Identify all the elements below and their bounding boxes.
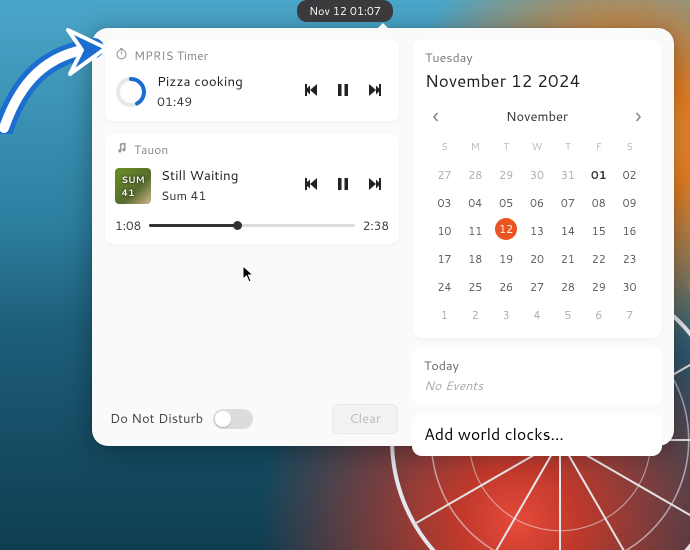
weekday-label: Tuesday	[425, 49, 649, 67]
total-time: 2:38	[363, 217, 389, 234]
events-heading: Today	[424, 357, 650, 375]
annotation-arrow	[0, 24, 118, 134]
calendar-day[interactable]: 29	[491, 162, 522, 188]
previous-icon[interactable]	[303, 80, 319, 103]
calendar-grid[interactable]: SMTWTFS272829303101020304050607080910111…	[425, 134, 649, 336]
calendar-day[interactable]: 21	[552, 246, 583, 272]
music-card[interactable]: Tauon SUM41 Still Waiting Sum 41 1:08	[104, 132, 400, 245]
calendar-column: Tuesday November 12 2024 November SMTWTF…	[412, 38, 662, 436]
calendar-day[interactable]: 08	[583, 190, 614, 216]
calendar-day[interactable]: 24	[429, 274, 460, 300]
full-date: November 12 2024	[425, 69, 649, 93]
seek-bar[interactable]	[149, 224, 355, 227]
world-clocks-label: Add world clocks…	[424, 423, 564, 446]
elapsed-time: 1:08	[115, 217, 141, 234]
calendar-day[interactable]: 27	[522, 274, 553, 300]
calendar-day[interactable]: 6	[583, 302, 614, 328]
date-calendar-card: Tuesday November 12 2024 November SMTWTF…	[412, 38, 662, 339]
pause-icon[interactable]	[335, 174, 351, 197]
calendar-day[interactable]: 04	[460, 190, 491, 216]
calendar-dow: M	[460, 136, 491, 160]
dnd-label: Do Not Disturb	[110, 410, 203, 428]
track-title: Still Waiting	[161, 166, 293, 185]
calendar-day[interactable]: 30	[522, 162, 553, 188]
mouse-cursor-icon	[242, 265, 256, 289]
calendar-day[interactable]: 13	[522, 218, 553, 244]
calendar-day[interactable]: 22	[583, 246, 614, 272]
calendar-day[interactable]: 4	[522, 302, 553, 328]
calendar-day[interactable]: 17	[429, 246, 460, 272]
dnd-toggle[interactable]	[213, 409, 253, 429]
panel-footer: Do Not Disturb Clear	[104, 398, 400, 436]
calendar-day[interactable]: 26	[491, 274, 522, 300]
track-artist: Sum 41	[161, 187, 293, 205]
calendar-dow: T	[552, 136, 583, 160]
calendar-day[interactable]: 18	[460, 246, 491, 272]
calendar-day[interactable]: 15	[583, 218, 614, 244]
calendar-day[interactable]: 16	[614, 218, 645, 244]
notification-calendar-panel: MPRIS Timer Pizza cooking 01:49	[92, 28, 674, 446]
timer-progress-ring	[115, 76, 147, 108]
calendar-dow: S	[614, 136, 645, 160]
calendar-day-today[interactable]: 12	[495, 218, 517, 240]
previous-icon[interactable]	[303, 174, 319, 197]
calendar-day[interactable]: 31	[552, 162, 583, 188]
calendar-day[interactable]: 14	[552, 218, 583, 244]
calendar-day[interactable]: 19	[491, 246, 522, 272]
calendar-day[interactable]: 1	[429, 302, 460, 328]
music-note-icon	[115, 141, 128, 158]
timer-card[interactable]: MPRIS Timer Pizza cooking 01:49	[104, 38, 400, 122]
calendar-day[interactable]: 27	[429, 162, 460, 188]
next-icon[interactable]	[367, 174, 383, 197]
calendar-dow: F	[583, 136, 614, 160]
music-app-name: Tauon	[134, 141, 168, 158]
calendar-day[interactable]: 28	[552, 274, 583, 300]
calendar-day[interactable]: 05	[491, 190, 522, 216]
notifications-column: MPRIS Timer Pizza cooking 01:49	[104, 38, 400, 436]
calendar-dow: T	[491, 136, 522, 160]
calendar-day[interactable]: 2	[460, 302, 491, 328]
clear-button[interactable]: Clear	[332, 404, 398, 434]
calendar-day[interactable]: 23	[614, 246, 645, 272]
panel-arrow-tip	[377, 23, 389, 29]
timer-app-name: MPRIS Timer	[134, 47, 208, 64]
album-art: SUM41	[115, 168, 151, 204]
calendar-day[interactable]: 03	[429, 190, 460, 216]
calendar-day[interactable]: 09	[614, 190, 645, 216]
calendar-day[interactable]: 30	[614, 274, 645, 300]
calendar-day[interactable]: 28	[460, 162, 491, 188]
pause-icon[interactable]	[335, 80, 351, 103]
calendar-day[interactable]: 02	[614, 162, 645, 188]
calendar-day[interactable]: 20	[522, 246, 553, 272]
next-icon[interactable]	[367, 80, 383, 103]
events-none: No Events	[424, 377, 650, 395]
events-card[interactable]: Today No Events	[412, 347, 662, 405]
top-bar: Nov 12 01:07	[0, 0, 690, 22]
world-clocks-card[interactable]: Add world clocks…	[412, 413, 662, 456]
calendar-day[interactable]: 11	[460, 218, 491, 244]
calendar-dow: W	[522, 136, 553, 160]
calendar-day[interactable]: 25	[460, 274, 491, 300]
calendar-day[interactable]: 29	[583, 274, 614, 300]
calendar-dow: S	[429, 136, 460, 160]
calendar-day[interactable]: 7	[614, 302, 645, 328]
next-month-icon[interactable]	[633, 105, 643, 128]
timer-remaining: 01:49	[157, 93, 293, 111]
calendar-day[interactable]: 3	[491, 302, 522, 328]
prev-month-icon[interactable]	[431, 105, 441, 128]
month-label: November	[506, 108, 568, 126]
calendar-day[interactable]: 07	[552, 190, 583, 216]
calendar-day[interactable]: 5	[552, 302, 583, 328]
calendar-day[interactable]: 10	[429, 218, 460, 244]
calendar-day[interactable]: 01	[583, 162, 614, 188]
clock-pill[interactable]: Nov 12 01:07	[297, 0, 393, 22]
timer-title: Pizza cooking	[157, 72, 293, 91]
calendar-day[interactable]: 06	[522, 190, 553, 216]
